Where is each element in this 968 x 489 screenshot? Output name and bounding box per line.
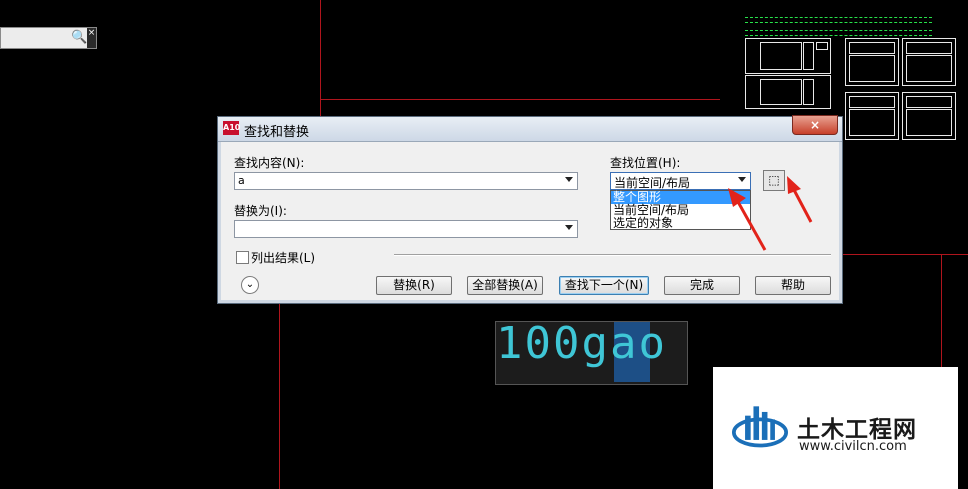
civilcn-logo-icon: [732, 406, 788, 448]
annotation-arrowhead: [787, 176, 801, 194]
annotation-arrowhead: [728, 188, 746, 207]
annotation-arrow: [735, 199, 767, 251]
annotation-arrow: [791, 187, 813, 223]
watermark-url: www.civilcn.com: [799, 439, 907, 454]
watermark: 土木工程网 www.civilcn.com: [713, 367, 958, 489]
